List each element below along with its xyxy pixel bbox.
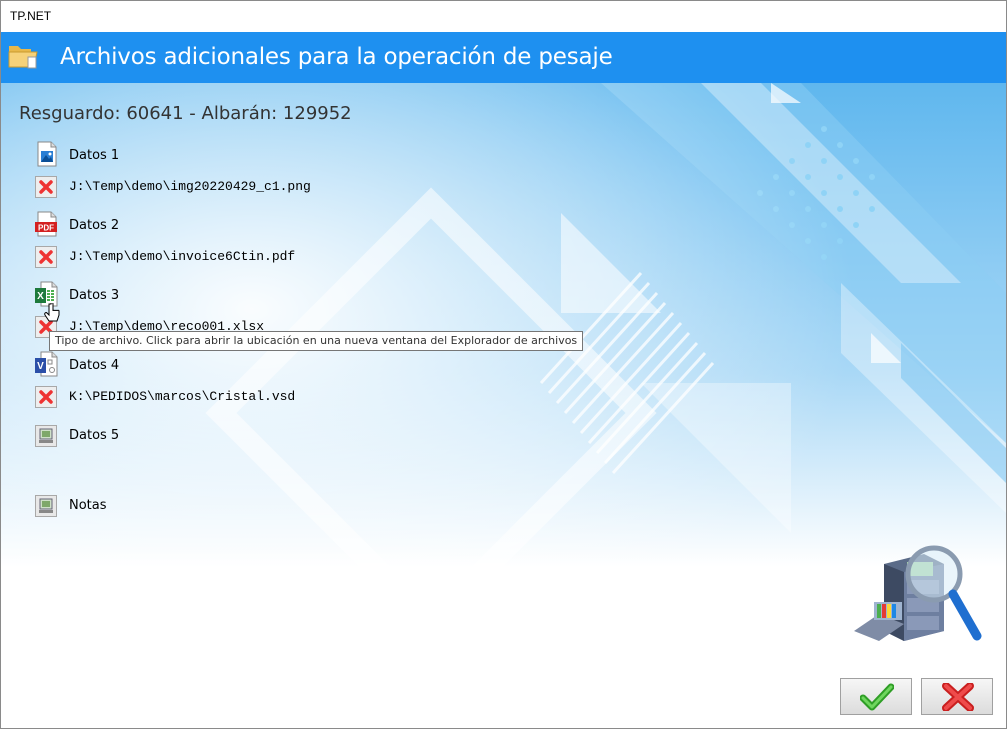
attach-notas-button[interactable]	[35, 495, 57, 517]
attach-file-icon	[39, 498, 53, 513]
svg-text:PDF: PDF	[38, 224, 54, 233]
datos-1-path[interactable]: J:\Temp\demo\img20220429_c1.png	[69, 179, 311, 194]
dialog-header: Archivos adicionales para la operación d…	[1, 32, 1006, 83]
visio-file-icon[interactable]: V	[35, 351, 59, 377]
delete-datos-2-button[interactable]	[35, 246, 57, 268]
red-x-icon	[39, 390, 53, 404]
datos-4-path[interactable]: K:\PEDIDOS\marcos\Cristal.vsd	[69, 389, 295, 404]
notas-label: Notas	[69, 498, 107, 513]
svg-text:X: X	[37, 291, 44, 302]
attach-file-icon	[39, 428, 53, 443]
red-x-icon	[942, 683, 974, 711]
datos-5-label: Datos 5	[69, 428, 120, 443]
datos-2-label: Datos 2	[69, 218, 120, 233]
datos-3-label: Datos 3	[69, 288, 120, 303]
cancel-button[interactable]	[921, 678, 993, 715]
window-title: TP.NET	[10, 9, 52, 23]
title-bar: TP.NET	[1, 1, 1006, 32]
folder-icon	[8, 46, 38, 69]
file-cabinet-search-icon	[854, 545, 982, 641]
resguardo-albaran-label: Resguardo: 60641 - Albarán: 129952	[19, 103, 352, 124]
red-x-icon	[39, 250, 53, 264]
attach-datos-5-button[interactable]	[35, 425, 57, 447]
app-window: TP.NET Archivos adicionales para la oper…	[0, 0, 1007, 729]
checkmark-icon	[860, 683, 894, 711]
svg-text:V: V	[37, 361, 44, 372]
ok-button[interactable]	[840, 678, 912, 715]
hand-cursor-icon	[44, 303, 60, 322]
file-type-tooltip: Tipo de archivo. Click para abrir la ubi…	[49, 331, 584, 351]
red-x-icon	[39, 180, 53, 194]
dialog-title: Archivos adicionales para la operación d…	[60, 44, 613, 70]
datos-2-path[interactable]: J:\Temp\demo\invoice6Ctin.pdf	[69, 249, 295, 264]
delete-datos-4-button[interactable]	[35, 386, 57, 408]
image-file-icon[interactable]	[35, 141, 59, 167]
delete-datos-1-button[interactable]	[35, 176, 57, 198]
datos-1-label: Datos 1	[69, 148, 120, 163]
pdf-file-icon[interactable]: PDF	[35, 211, 59, 237]
datos-4-label: Datos 4	[69, 358, 120, 373]
